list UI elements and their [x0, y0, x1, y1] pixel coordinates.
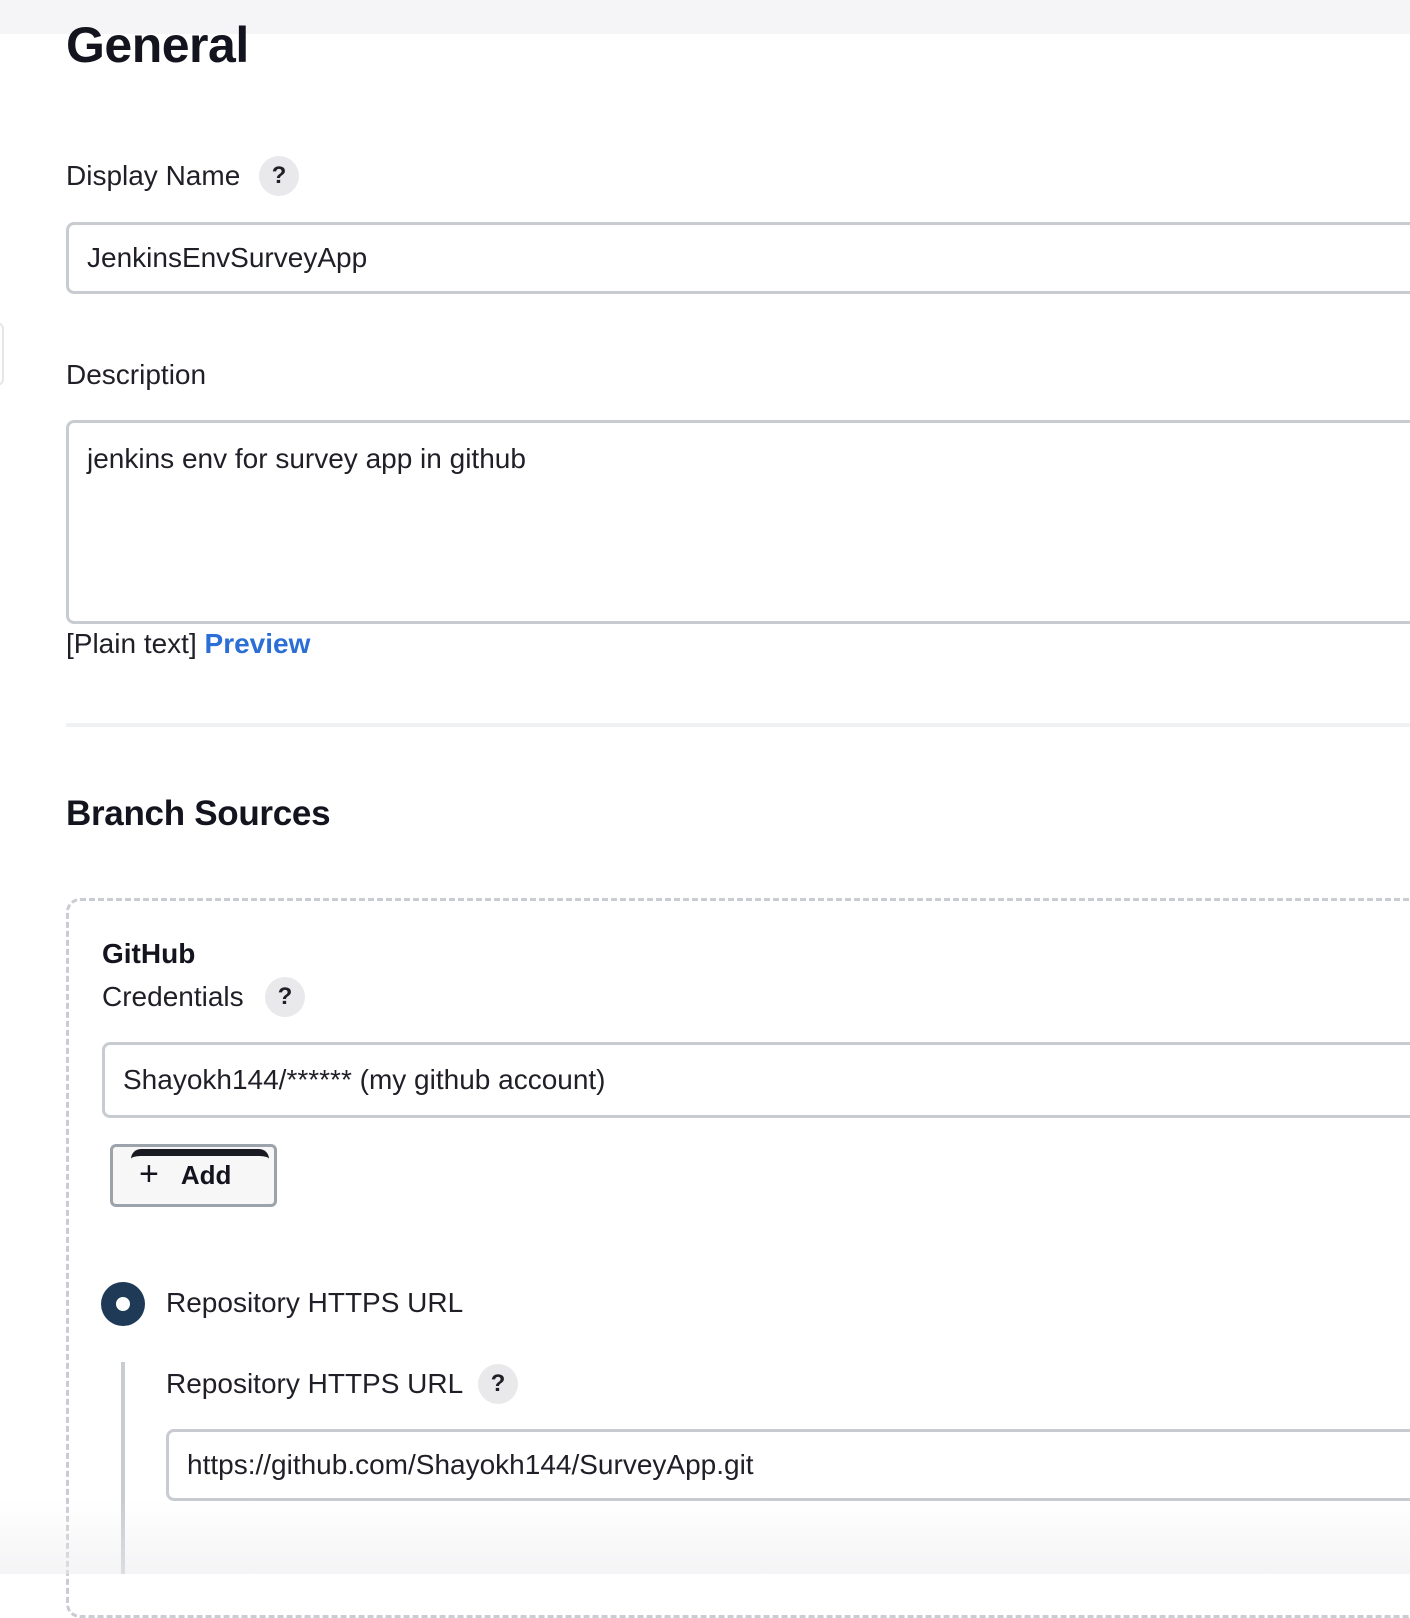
description-label: Description	[66, 359, 207, 390]
credentials-selected-value: Shayokh144/****** (my github account)	[123, 1064, 606, 1095]
repo-https-url-option-label[interactable]: Repository HTTPS URL	[166, 1285, 463, 1321]
display-name-label: Display Name	[66, 160, 241, 191]
description-format-line: [Plain text] Preview	[66, 626, 310, 662]
description-value: jenkins env for survey app in github	[87, 443, 526, 474]
repo-url-value: https://github.com/Shayokh144/SurveyApp.…	[187, 1449, 754, 1480]
add-credentials-button[interactable]: + Add	[110, 1144, 277, 1207]
add-button-label: Add	[180, 1160, 232, 1190]
display-name-help-icon[interactable]: ?	[259, 156, 299, 196]
button-focus-ring	[131, 1149, 269, 1159]
credentials-label: Credentials	[102, 981, 244, 1012]
section-divider	[66, 723, 1410, 727]
preview-link[interactable]: Preview	[205, 628, 311, 659]
plus-icon: +	[139, 1154, 159, 1193]
display-name-value: JenkinsEnvSurveyApp	[87, 242, 368, 273]
configuration-page: General Display Name ? JenkinsEnvSurveyA…	[0, 0, 1410, 1618]
format-indicator: [Plain text]	[66, 628, 197, 659]
repo-url-help-icon[interactable]: ?	[478, 1364, 518, 1404]
section-title-general: General	[66, 17, 249, 73]
radio-selected-dot	[116, 1297, 130, 1311]
credentials-help-icon[interactable]: ?	[265, 977, 305, 1017]
repo-url-label: Repository HTTPS URL	[166, 1368, 464, 1399]
repo-https-url-radio[interactable]	[101, 1282, 145, 1326]
source-type-heading: GitHub	[102, 938, 196, 969]
display-name-input[interactable]: JenkinsEnvSurveyApp	[66, 222, 1410, 294]
description-textarea[interactable]: jenkins env for survey app in github	[66, 420, 1410, 624]
side-panel-handle[interactable]	[0, 322, 4, 386]
section-title-branch-sources: Branch Sources	[66, 794, 331, 833]
repo-url-input[interactable]: https://github.com/Shayokh144/SurveyApp.…	[166, 1429, 1410, 1501]
credentials-select[interactable]: Shayokh144/****** (my github account)	[102, 1042, 1410, 1118]
nested-options-rule	[121, 1362, 125, 1574]
